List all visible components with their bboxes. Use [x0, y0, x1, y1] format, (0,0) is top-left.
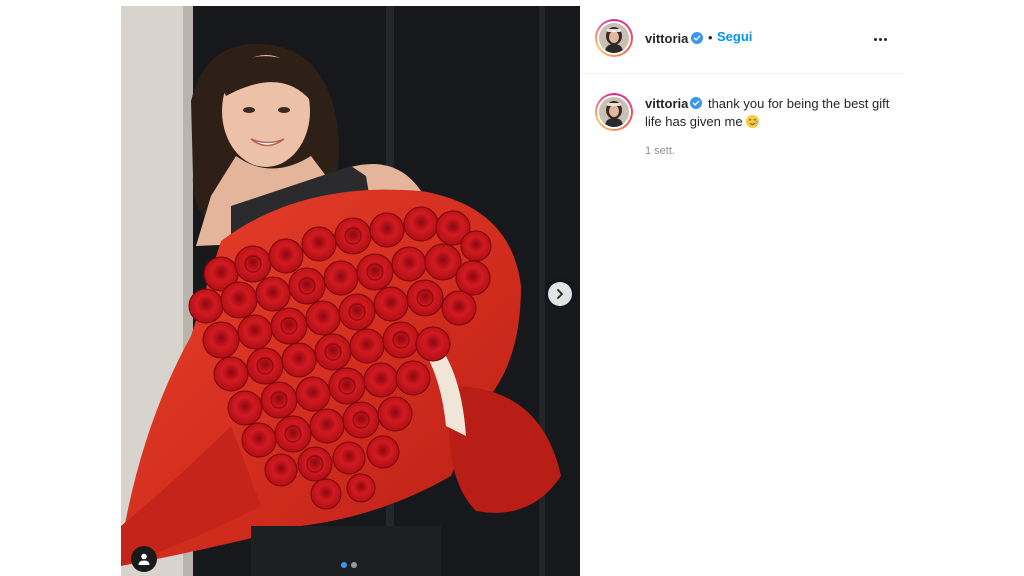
next-photo-button[interactable] — [548, 282, 572, 306]
avatar-image — [599, 97, 629, 127]
caption-avatar[interactable] — [595, 93, 633, 131]
carousel-indicator — [341, 562, 357, 568]
avatar[interactable] — [595, 19, 633, 57]
smiling-face-with-tear-emoji-icon — [746, 115, 760, 128]
carousel-dot-active — [341, 562, 347, 568]
post-timestamp[interactable]: 1 sett. — [645, 145, 675, 157]
post-caption: vittoria thank you for being the best gi… — [645, 95, 895, 131]
post-side-panel: vittoria • Segui vittoria thank you for … — [581, 6, 903, 576]
caption-username[interactable]: vittoria — [645, 96, 688, 111]
post-photo[interactable] — [121, 6, 580, 576]
verified-badge-icon — [690, 97, 703, 109]
verified-badge-icon — [691, 32, 703, 44]
more-horizontal-icon — [873, 37, 877, 41]
photo-image — [121, 6, 580, 576]
avatar-image — [599, 23, 629, 53]
follow-button[interactable]: Segui — [717, 29, 752, 44]
carousel-dot — [351, 562, 357, 568]
more-options-button[interactable] — [871, 30, 889, 48]
chevron-right-icon — [557, 289, 563, 299]
user-icon — [138, 553, 150, 565]
post-header: vittoria • Segui — [581, 6, 903, 74]
tagged-users-button[interactable] — [131, 546, 157, 572]
separator-dot: • — [708, 30, 713, 45]
username[interactable]: vittoria — [645, 31, 688, 46]
